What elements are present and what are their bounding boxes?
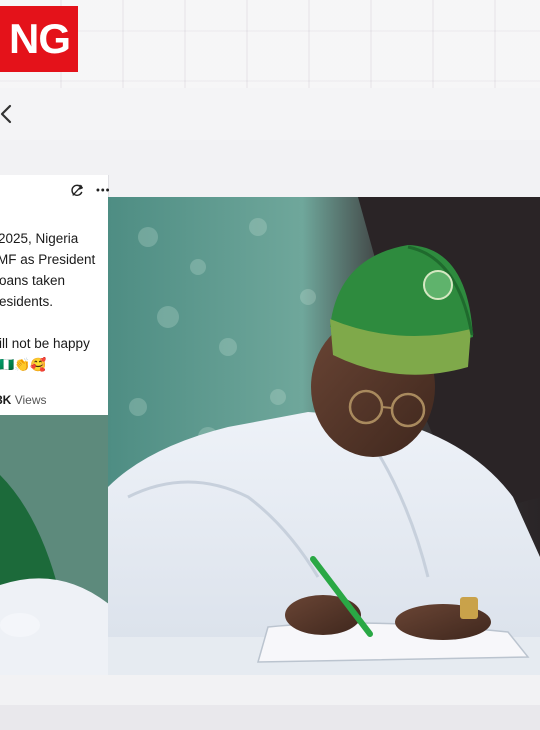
- breaking-badge-text: NG: [9, 15, 71, 62]
- tweet-actions: [70, 180, 110, 200]
- news-photo: [108, 197, 540, 675]
- tweet-body: 2025, Nigeria MF as President oans taken…: [0, 228, 108, 375]
- breaking-badge: NG: [0, 6, 78, 72]
- photo-left-strip: [0, 415, 108, 675]
- tweet-line: oans taken: [0, 273, 66, 288]
- tweet-views: 3K Views: [0, 393, 46, 407]
- tweet-emojis: 🇳🇬👏🥰: [0, 357, 47, 372]
- views-label: Views: [14, 393, 47, 407]
- tweet-line: ill not be happy: [0, 336, 90, 351]
- tweet-line: 2025, Nigeria: [0, 231, 79, 246]
- refresh-icon[interactable]: [70, 183, 84, 198]
- tweet-line: [0, 312, 108, 333]
- views-count: 3K: [0, 393, 12, 407]
- tweet-line: esidents.: [0, 294, 54, 309]
- bottom-strip: [0, 705, 540, 730]
- browser-toolbar: [0, 88, 540, 141]
- chevron-left-icon[interactable]: [0, 103, 16, 125]
- tweet-line: MF as President: [0, 252, 96, 267]
- more-icon[interactable]: [96, 187, 110, 193]
